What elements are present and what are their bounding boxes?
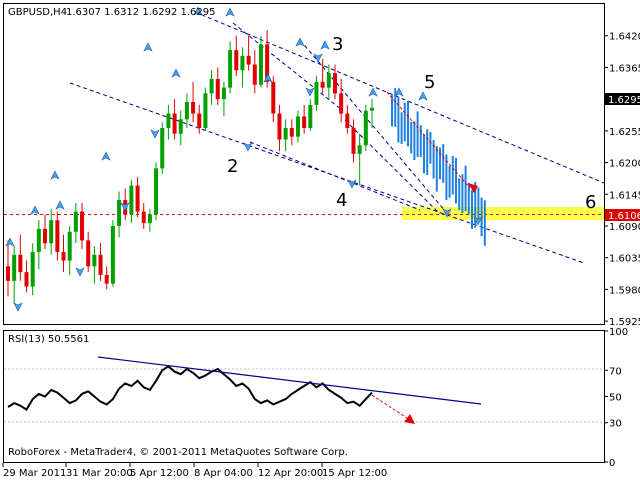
footer-copyright: RoboForex - MetaTrader4, © 2001-2011 Met… bbox=[8, 447, 348, 458]
x-tick-label: 5 Apr 12:00 bbox=[130, 468, 189, 479]
wave-label-2: 2 bbox=[227, 156, 238, 177]
candle bbox=[160, 122, 165, 175]
x-tick-label: 8 Apr 04:00 bbox=[194, 468, 253, 479]
x-tick-label: 15 Apr 12:00 bbox=[322, 468, 387, 479]
rsi-y-tick-label: 70 bbox=[609, 366, 622, 377]
wave-label-4: 4 bbox=[336, 190, 347, 211]
candle bbox=[363, 104, 368, 152]
candle bbox=[154, 162, 159, 221]
y-tick-label: 1.6420 bbox=[609, 32, 640, 43]
rsi-title: RSI(13) 50.5561 bbox=[8, 334, 89, 345]
support-zone bbox=[402, 207, 604, 220]
current-price-label: 1.6295 bbox=[608, 95, 640, 106]
wave-label-5: 5 bbox=[424, 72, 435, 93]
y-tick-label: 1.6255 bbox=[609, 127, 640, 138]
x-tick-label: 31 Mar 20:00 bbox=[66, 468, 133, 479]
rsi-y-tick-label: 0 bbox=[609, 458, 615, 469]
chart-header-ohlc: 1.6307 1.6312 1.6292 1.6295 bbox=[66, 7, 216, 18]
y-tick-label: 1.6035 bbox=[609, 254, 640, 265]
candle bbox=[110, 220, 115, 287]
y-tick-label: 1.6090 bbox=[609, 222, 640, 233]
x-tick-label: 12 Apr 20:00 bbox=[258, 468, 323, 479]
chart-header-symbol: GBPUSD,H4 bbox=[8, 7, 67, 18]
chart-canvas: 2 3 4 5 6 GBPUSD,H4 1.6307 1.6312 1.6292… bbox=[0, 0, 640, 480]
rsi-y-tick-label: 30 bbox=[609, 419, 622, 430]
candle bbox=[203, 87, 208, 131]
rsi-y-tick-label: 100 bbox=[609, 327, 628, 338]
support-price-label: 1.6106 bbox=[608, 211, 640, 222]
rsi-y-tick-label: 50 bbox=[609, 393, 622, 404]
y-tick-label: 1.6145 bbox=[609, 190, 640, 201]
y-tick-label: 1.5980 bbox=[609, 285, 640, 296]
x-tick-label: 29 Mar 2011 bbox=[3, 468, 66, 479]
y-tick-label: 1.6365 bbox=[609, 63, 640, 74]
y-tick-label: 1.6200 bbox=[609, 159, 640, 170]
wave-label-3: 3 bbox=[332, 34, 343, 55]
wave-label-6: 6 bbox=[585, 192, 596, 213]
